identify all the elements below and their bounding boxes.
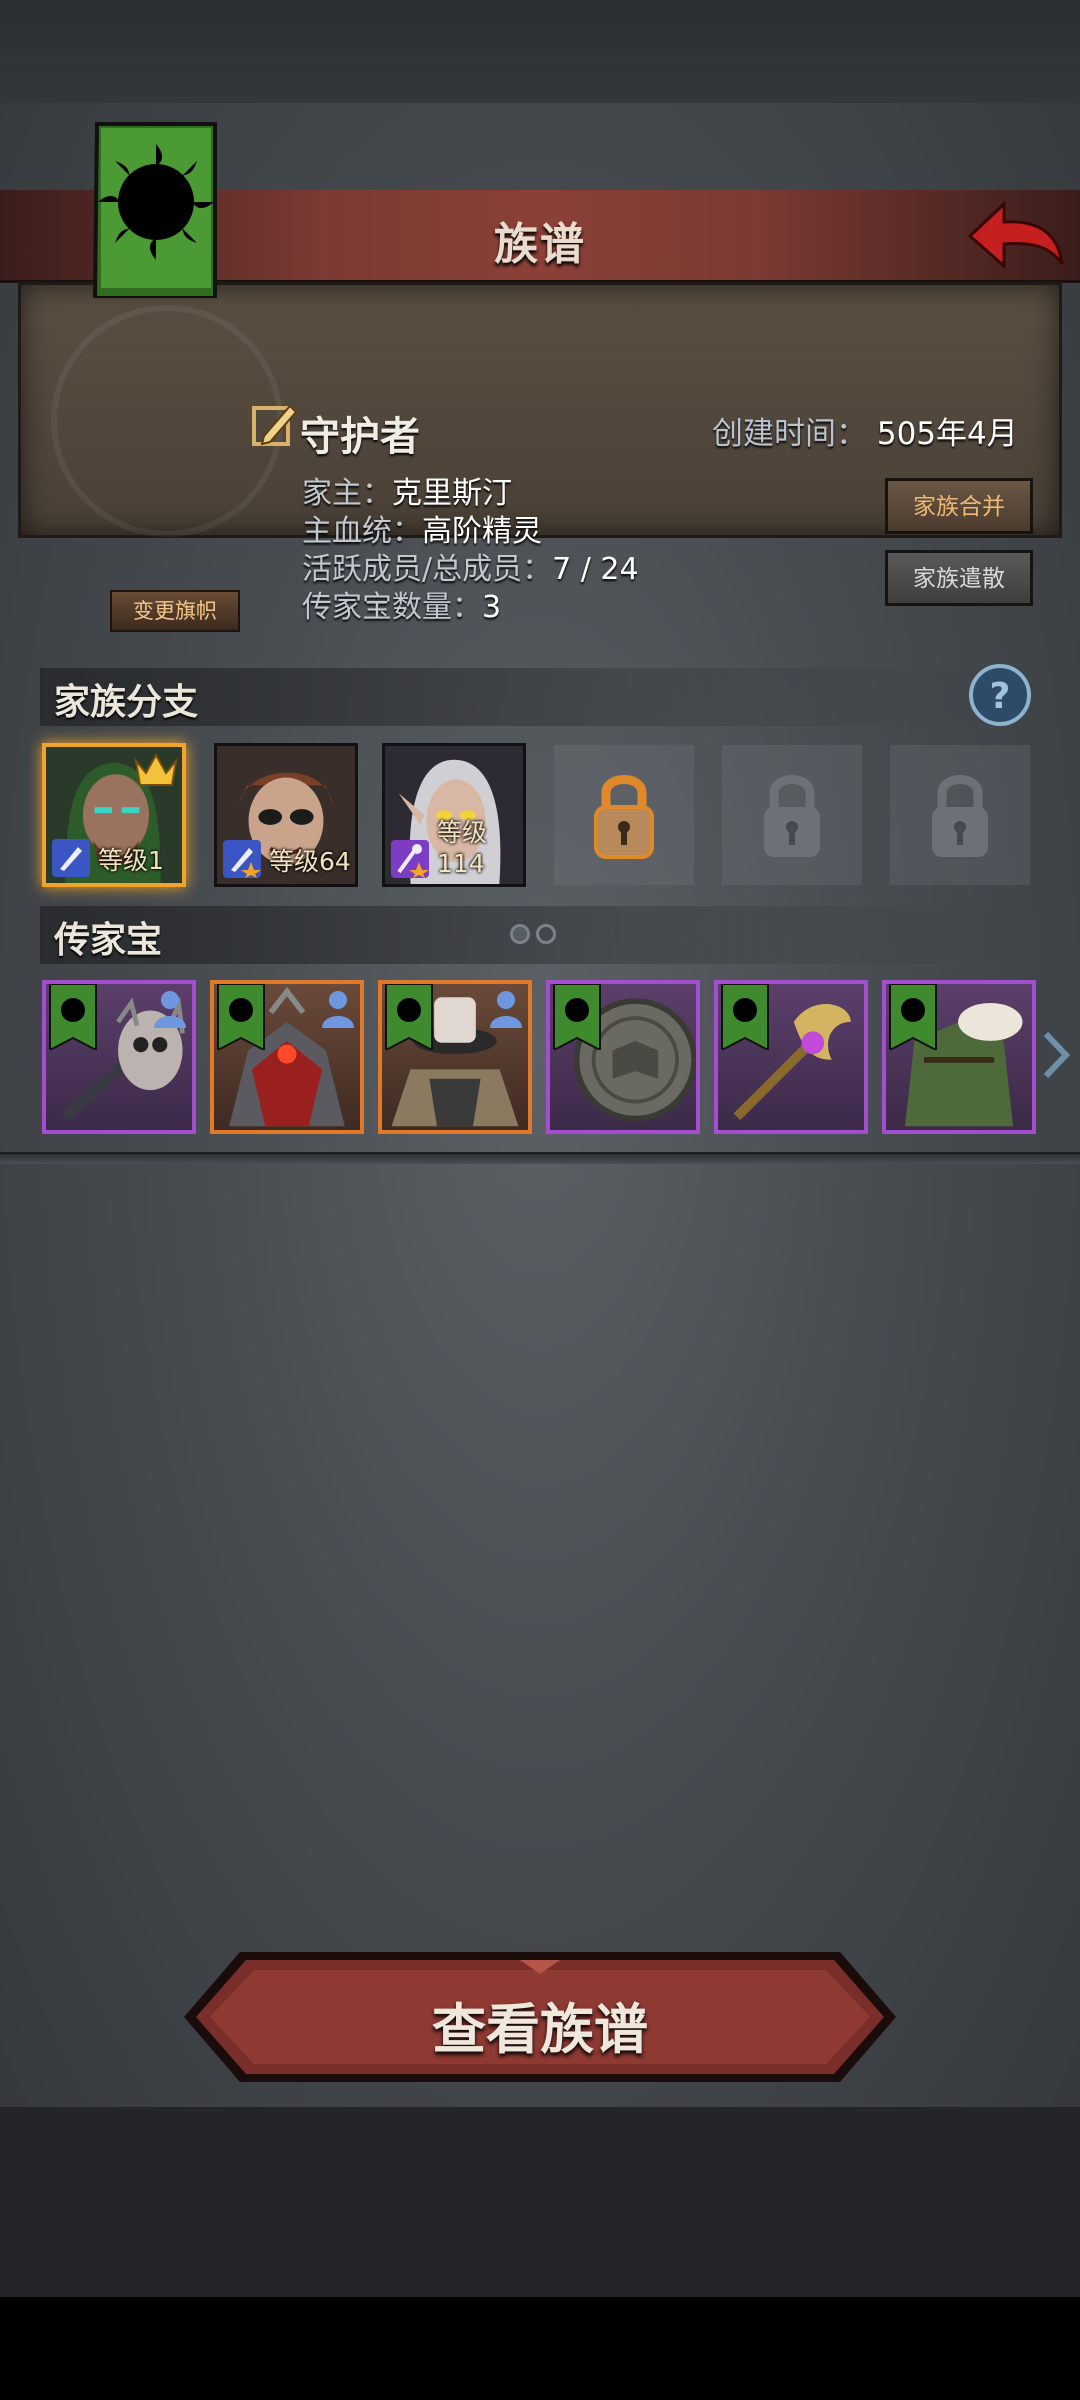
- person-icon: [154, 991, 186, 1028]
- bottom-band: [0, 2107, 1080, 2297]
- branch-slot-1[interactable]: 等级1: [42, 743, 186, 887]
- family-flag-icon: [721, 984, 769, 1050]
- heirloom-slot-1[interactable]: [42, 980, 196, 1134]
- chevron-right-icon[interactable]: [1042, 1030, 1070, 1080]
- branches-section-title: 家族分支: [54, 682, 199, 723]
- locked-branch-slot: [890, 745, 1030, 885]
- page-dot[interactable]: [510, 924, 530, 944]
- heirloom-slot-2[interactable]: [210, 980, 364, 1134]
- back-arrow-icon[interactable]: [966, 198, 1066, 274]
- heirloom-count-row: 传家宝数量：3: [302, 582, 501, 626]
- locked-branch-slot: [722, 745, 862, 885]
- svg-text:?: ?: [990, 676, 1011, 717]
- created-time: 创建时间： 505年4月: [712, 408, 1018, 453]
- heirloom-slot-5[interactable]: [714, 980, 868, 1134]
- edit-name-icon[interactable]: [250, 400, 300, 450]
- family-flag-icon: [49, 984, 97, 1050]
- created-time-value: 505年4月: [876, 416, 1018, 452]
- branch-slot-2[interactable]: 等级64: [214, 743, 358, 887]
- branch-slot-3[interactable]: 等级114: [382, 743, 526, 887]
- page-indicator: [510, 924, 562, 948]
- lock-icon: [594, 775, 654, 859]
- branch-level: 等级1: [98, 846, 164, 875]
- family-flag-icon: [553, 984, 601, 1050]
- heirloom-slot-3[interactable]: [378, 980, 532, 1134]
- branch-level: 等级64: [269, 847, 351, 876]
- heirloom-section-title: 传家宝: [54, 920, 163, 961]
- change-banner-button[interactable]: 变更旗帜: [110, 590, 240, 632]
- heirloom-count-value: 3: [482, 590, 502, 625]
- family-banner[interactable]: [75, 118, 235, 298]
- family-flag-icon: [385, 984, 433, 1050]
- sword-class-icon: [52, 839, 90, 877]
- lock-icon: [764, 775, 820, 857]
- sword-star-class-icon: [223, 840, 261, 878]
- merge-family-button[interactable]: 家族合并: [885, 478, 1033, 534]
- help-icon[interactable]: ?: [968, 663, 1032, 727]
- person-icon: [490, 991, 522, 1028]
- members-value: 7 / 24: [552, 552, 639, 587]
- page-dot[interactable]: [536, 924, 556, 944]
- locked-branch-slot-unlockable[interactable]: [554, 745, 694, 885]
- crown-icon: [134, 752, 178, 786]
- person-icon: [322, 991, 354, 1028]
- heirloom-slot-4[interactable]: [546, 980, 700, 1134]
- staff-star-class-icon: [391, 840, 429, 878]
- lock-icon: [932, 775, 988, 857]
- family-flag-icon: [217, 984, 265, 1050]
- section-divider: [0, 1152, 1080, 1164]
- family-flag-icon: [889, 984, 937, 1050]
- family-name: 守护者: [300, 414, 420, 460]
- created-time-label: 创建时间：: [712, 416, 867, 452]
- dissolve-family-button[interactable]: 家族遣散: [885, 550, 1033, 606]
- heirloom-count-label: 传家宝数量：: [302, 590, 482, 625]
- branch-level: 等级114: [437, 818, 488, 878]
- decorative-ring: [51, 305, 283, 537]
- view-family-tree-label[interactable]: 查看族谱: [180, 1985, 900, 2064]
- heirloom-slot-6[interactable]: [882, 980, 1036, 1134]
